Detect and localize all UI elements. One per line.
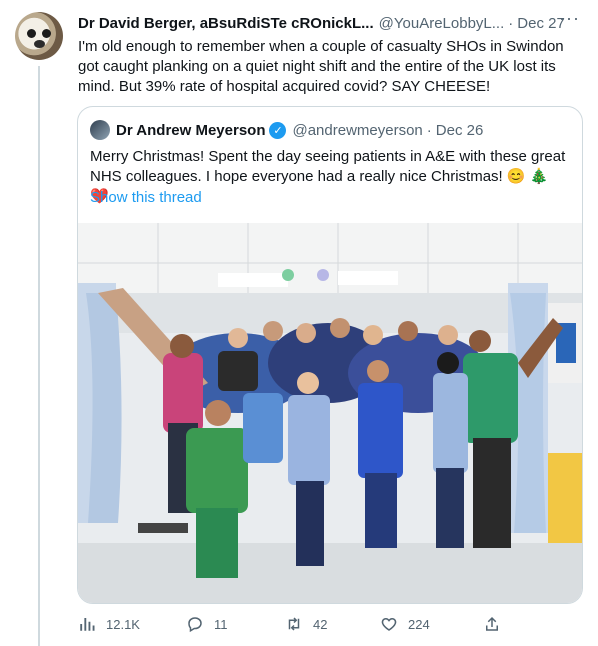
reply-action[interactable]: 11 [186, 612, 228, 636]
author-avatar[interactable] [15, 12, 63, 60]
retweet-count: 42 [313, 616, 328, 632]
views-count: 12.1K [106, 616, 140, 632]
quoted-tweet-date: Dec 26 [435, 121, 484, 139]
heart-icon [381, 617, 397, 631]
group-photo-image[interactable] [78, 223, 582, 603]
reply-icon [188, 617, 202, 633]
retweet-action[interactable]: 42 [285, 612, 327, 636]
quoted-tweet-card[interactable]: Dr Andrew Meyerson ✓ @andrewmeyerson · D… [77, 106, 583, 604]
avatar-nose [34, 40, 45, 48]
like-action[interactable]: 224 [380, 612, 430, 636]
share-icon [486, 616, 498, 631]
show-thread-link[interactable]: Show this thread [90, 189, 202, 206]
header-separator: · [508, 14, 514, 32]
tweet-date[interactable]: Dec 27 [517, 15, 565, 32]
christmas-tree-emoji-icon: 🎄 [529, 168, 549, 185]
quoted-tweet-body: Merry Christmas! Spent the day seeing pa… [90, 148, 566, 185]
quoted-header-separator: · [426, 121, 432, 139]
like-count: 224 [408, 616, 430, 632]
avatar-eye-right [42, 29, 51, 38]
analytics-icon [80, 618, 95, 631]
retweet-icon [288, 617, 300, 631]
author-handle[interactable]: @YouAreLobbyL... [379, 15, 505, 32]
author-name[interactable]: Dr David Berger, aBsuRdiSTe cROnickL... [78, 15, 374, 32]
quoted-tweet-header: Dr Andrew Meyerson ✓ @andrewmeyerson · D… [90, 119, 570, 141]
more-options-icon[interactable]: ··· [559, 8, 580, 29]
quoted-author-name: Dr Andrew Meyerson [116, 121, 266, 139]
verified-badge-icon: ✓ [269, 121, 287, 139]
share-action[interactable] [483, 612, 511, 636]
tweet-header: Dr David Berger, aBsuRdiSTe cROnickL... … [78, 8, 580, 34]
quoted-author-handle: @andrewmeyerson [292, 121, 423, 139]
tweet-text: I'm old enough to remember when a couple… [78, 38, 564, 95]
tweet-action-bar: 12.1K 11 42 224 [78, 612, 578, 636]
avatar-eye-left [27, 29, 36, 38]
thread-connector-line [38, 66, 40, 646]
reply-count: 11 [214, 616, 228, 632]
views-action[interactable]: 12.1K [78, 612, 140, 636]
quoted-author-avatar [90, 120, 110, 140]
smile-emoji-icon: 😊 [506, 168, 526, 185]
